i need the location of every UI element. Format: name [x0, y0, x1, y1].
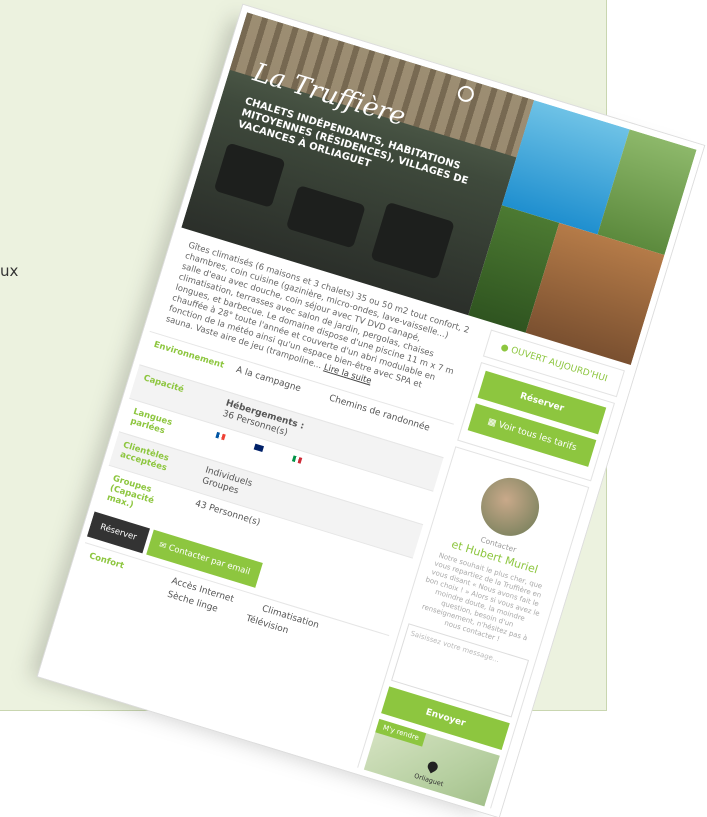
- uk-flag-icon: [253, 443, 265, 452]
- map-place-label: Orliaguet: [413, 771, 445, 789]
- map-pin-icon: [425, 759, 440, 774]
- side-text: ux: [0, 262, 19, 280]
- italian-flag-icon: [291, 455, 303, 464]
- armchair-decor: [213, 142, 286, 208]
- avatar: [473, 470, 547, 544]
- table-decor: [285, 185, 366, 249]
- armchair-decor: [370, 201, 455, 280]
- french-flag-icon: [215, 431, 226, 441]
- all-rates-label: Voir tous les tarifs: [497, 420, 578, 454]
